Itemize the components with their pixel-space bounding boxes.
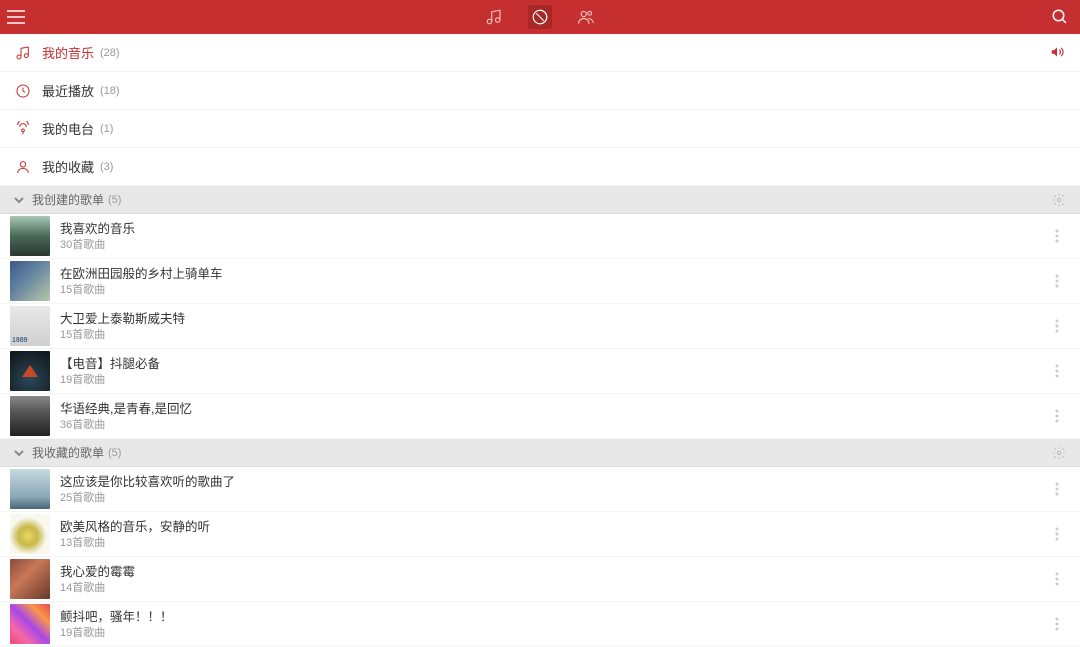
playlist-text: 颤抖吧，骚年！！！ 19首歌曲 [60,608,1048,640]
playlist-text: 在欧洲田园般的乡村上骑单车 15首歌曲 [60,265,1048,297]
playlist-sub: 13首歌曲 [60,536,1048,550]
nav-icon [14,82,32,100]
nav-count: (1) [100,123,113,135]
more-icon[interactable] [1048,615,1066,633]
playlist-name: 大卫爱上泰勒斯威夫特 [60,310,1048,328]
section-count: (5) [108,194,121,206]
playlist-name: 我喜欢的音乐 [60,220,1048,238]
section-title: 我收藏的歌单 [32,444,104,461]
more-icon[interactable] [1048,362,1066,380]
chevron-down-icon [14,448,24,458]
playlist-text: 欧美风格的音乐，安静的听 13首歌曲 [60,518,1048,550]
gear-icon[interactable] [1052,193,1066,207]
nav-icon [14,158,32,176]
playlist-row[interactable]: 颤抖吧，骚年！！！ 19首歌曲 [0,602,1080,647]
nav-row-2[interactable]: 我的电台 (1) [0,110,1080,148]
more-icon[interactable] [1048,407,1066,425]
tab-friends[interactable] [574,5,598,29]
playlist-row[interactable]: 我喜欢的音乐 30首歌曲 [0,214,1080,259]
nav-count: (3) [100,161,113,173]
more-icon[interactable] [1048,227,1066,245]
playlist-sub: 36首歌曲 [60,418,1048,432]
top-tabs [482,0,598,34]
playlist-sub: 30首歌曲 [60,238,1048,252]
playlist-thumb [10,351,50,391]
playlist-row[interactable]: 我心爱的霉霉 14首歌曲 [0,557,1080,602]
menu-button[interactable] [0,0,32,34]
nav-row-3[interactable]: 我的收藏 (3) [0,148,1080,186]
playlist-text: 【电音】抖腿必备 19首歌曲 [60,355,1048,387]
playlist-name: 颤抖吧，骚年！！！ [60,608,1048,626]
nav-count: (18) [100,85,120,97]
playlist-thumb [10,604,50,644]
more-icon[interactable] [1048,570,1066,588]
playlist-text: 华语经典,是青春,是回忆 36首歌曲 [60,400,1048,432]
playlist-row[interactable]: 华语经典,是青春,是回忆 36首歌曲 [0,394,1080,439]
playlist-name: 这应该是你比较喜欢听的歌曲了 [60,473,1048,491]
playlist-name: 在欧洲田园般的乡村上骑单车 [60,265,1048,283]
playlist-name: 【电音】抖腿必备 [60,355,1048,373]
playlist-row[interactable]: 欧美风格的音乐，安静的听 13首歌曲 [0,512,1080,557]
section-header-created[interactable]: 我创建的歌单 (5) [0,186,1080,214]
playlist-name: 我心爱的霉霉 [60,563,1048,581]
nav-label: 最近播放 [42,81,94,100]
chevron-down-icon [14,195,24,205]
topbar [0,0,1080,34]
nav-row-1[interactable]: 最近播放 (18) [0,72,1080,110]
playlist-row[interactable]: 在欧洲田园般的乡村上骑单车 15首歌曲 [0,259,1080,304]
playlist-thumb [10,514,50,554]
playlist-sub: 19首歌曲 [60,373,1048,387]
nav-icon [14,120,32,138]
playlist-sub: 14首歌曲 [60,581,1048,595]
playlist-row[interactable]: 【电音】抖腿必备 19首歌曲 [0,349,1080,394]
section-title: 我创建的歌单 [32,191,104,208]
search-button[interactable] [1046,0,1074,34]
section-header-fav[interactable]: 我收藏的歌单 (5) [0,439,1080,467]
more-icon[interactable] [1048,525,1066,543]
playlist-name: 华语经典,是青春,是回忆 [60,400,1048,418]
nav-icon [14,44,32,62]
speaker-icon [1050,45,1066,61]
playlist-sub: 15首歌曲 [60,328,1048,342]
tab-music[interactable] [482,5,506,29]
playlist-thumb [10,469,50,509]
nav-label: 我的电台 [42,119,94,138]
playlist-sub: 19首歌曲 [60,626,1048,640]
playlist-text: 这应该是你比较喜欢听的歌曲了 25首歌曲 [60,473,1048,505]
nav-label: 我的收藏 [42,157,94,176]
playlist-text: 我心爱的霉霉 14首歌曲 [60,563,1048,595]
playlist-row[interactable]: 大卫爱上泰勒斯威夫特 15首歌曲 [0,304,1080,349]
playlist-thumb [10,306,50,346]
playlist-thumb [10,261,50,301]
nav-row-0[interactable]: 我的音乐 (28) [0,34,1080,72]
playlist-text: 我喜欢的音乐 30首歌曲 [60,220,1048,252]
gear-icon[interactable] [1052,446,1066,460]
playlist-thumb [10,216,50,256]
more-icon[interactable] [1048,480,1066,498]
playlist-sub: 15首歌曲 [60,283,1048,297]
more-icon[interactable] [1048,272,1066,290]
section-count: (5) [108,447,121,459]
playlist-sub: 25首歌曲 [60,491,1048,505]
playlist-row[interactable]: 这应该是你比较喜欢听的歌曲了 25首歌曲 [0,467,1080,512]
tab-discover[interactable] [528,5,552,29]
playlist-thumb [10,396,50,436]
playlist-name: 欧美风格的音乐，安静的听 [60,518,1048,536]
nav-label: 我的音乐 [42,43,94,62]
more-icon[interactable] [1048,317,1066,335]
playlist-text: 大卫爱上泰勒斯威夫特 15首歌曲 [60,310,1048,342]
playlist-thumb [10,559,50,599]
nav-count: (28) [100,47,120,59]
